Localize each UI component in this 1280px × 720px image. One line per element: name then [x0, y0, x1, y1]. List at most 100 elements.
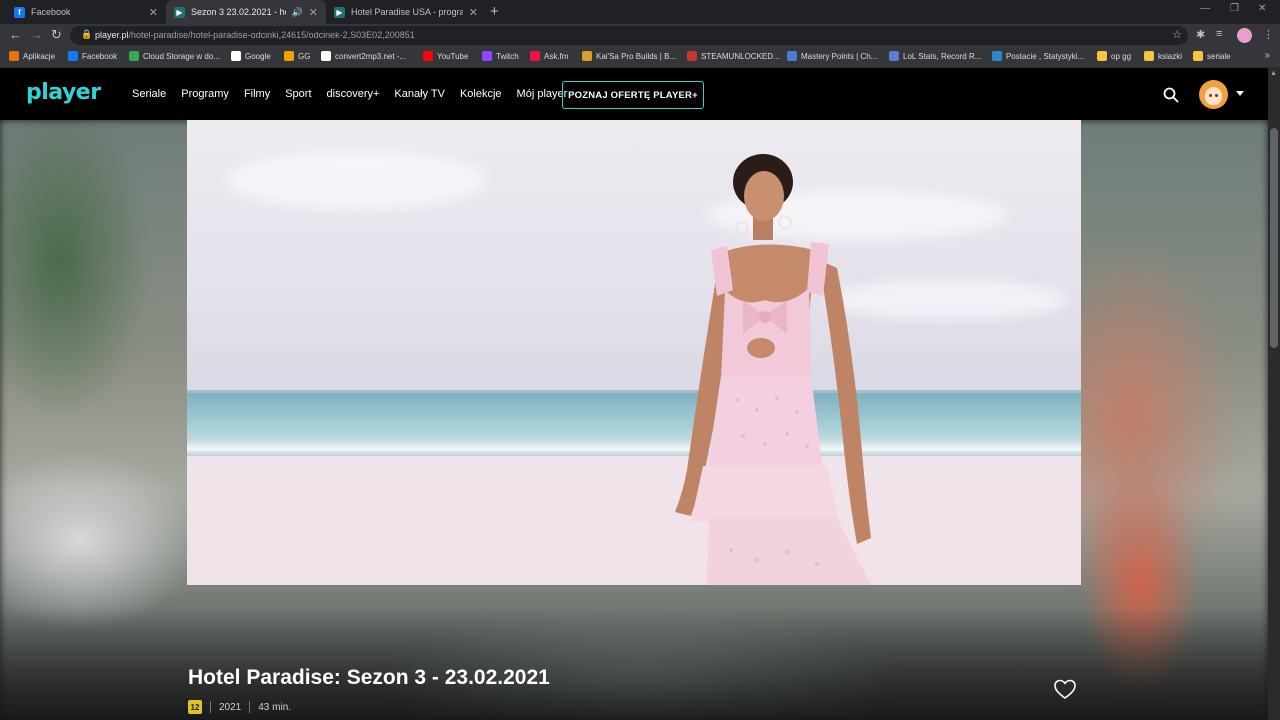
avatar-eye — [1209, 94, 1212, 97]
bookmark-label: Kai'Sa Pro Builds | B... — [596, 51, 677, 61]
bookmark-favicon-icon — [1144, 51, 1154, 61]
browser-tab-strip: f Facebook ✕ ▶ Sezon 3 23.02.2021 - hote… — [0, 0, 1280, 24]
menu-item-seriale[interactable]: Seriale — [132, 88, 166, 100]
bookmark-item[interactable]: Kai'Sa Pro Builds | B... — [582, 51, 676, 61]
bookmark-item[interactable]: Facebook — [68, 51, 117, 61]
back-arrow-icon[interactable]: ← — [9, 27, 22, 42]
scrollbar-thumb[interactable] — [1270, 128, 1278, 348]
bookmark-item[interactable]: GG — [284, 51, 310, 61]
bookmark-item[interactable]: Google — [231, 51, 271, 61]
menu-item-moj-player[interactable]: Mój player — [517, 88, 568, 100]
bookmark-favicon-icon — [321, 51, 331, 61]
tab-facebook[interactable]: f Facebook ✕ — [6, 0, 166, 24]
favorite-heart-icon[interactable] — [1053, 678, 1077, 700]
address-bar[interactable]: 🔒 player.pl/hotel-paradise/hotel-paradis… — [70, 26, 1188, 45]
media-control-icon[interactable]: ≡ — [1216, 28, 1222, 40]
page-scrollbar[interactable]: ▲ — [1268, 68, 1280, 720]
bookmark-item[interactable]: STEAMUNLOCKED... — [687, 51, 780, 61]
forward-arrow-icon[interactable]: → — [30, 27, 43, 42]
new-tab-button[interactable]: + — [490, 3, 499, 20]
extensions-puzzle-icon[interactable]: ✱ — [1196, 28, 1205, 41]
bookmark-favicon-icon — [284, 51, 294, 61]
player-favicon-icon: ▶ — [174, 6, 185, 18]
tab-title: Hotel Paradise USA - program o — [351, 7, 463, 17]
bookmark-favicon-icon — [68, 51, 78, 61]
episode-duration: 43 min. — [258, 701, 292, 713]
close-tab-icon[interactable]: ✕ — [309, 6, 318, 19]
bookmark-favicon-icon — [423, 51, 433, 61]
menu-item-kanaly-tv[interactable]: Kanały TV — [394, 88, 445, 100]
bookmark-item[interactable]: Twitch — [482, 51, 519, 61]
close-tab-icon[interactable]: ✕ — [469, 6, 478, 19]
cloud — [227, 150, 487, 210]
age-rating-badge: 12 — [188, 700, 202, 714]
reload-icon[interactable]: ↻ — [51, 27, 62, 43]
offer-player-plus-button[interactable]: POZNAJ OFERTĘ PLAYER+ — [562, 81, 704, 109]
bookmark-label: Cloud Storage w do... — [143, 51, 220, 61]
speaker-icon[interactable]: 🔊 — [292, 7, 303, 18]
divider — [210, 701, 211, 713]
bookmark-item[interactable]: Postacie , Statystyki... — [992, 51, 1084, 61]
bookmark-item[interactable]: Ask.fm — [530, 51, 568, 61]
tab-hotel-paradise-usa[interactable]: ▶ Hotel Paradise USA - program o ✕ — [326, 0, 486, 24]
tab-title: Sezon 3 23.02.2021 - hotel pa — [191, 7, 286, 17]
scroll-up-icon[interactable]: ▲ — [1270, 70, 1277, 77]
divider — [249, 701, 251, 713]
avatar-face — [1205, 87, 1222, 105]
bookmarks-bar: » Aplikacje Facebook Cloud Storage w do...… — [0, 47, 1280, 68]
menu-item-sport[interactable]: Sport — [285, 88, 311, 100]
player-logo[interactable]: player — [26, 80, 101, 105]
search-icon[interactable] — [1162, 86, 1180, 104]
bookmark-item[interactable]: op gg — [1097, 51, 1131, 61]
bookmark-favicon-icon — [9, 51, 19, 61]
browser-profile-avatar[interactable] — [1237, 28, 1252, 43]
episode-year: 2021 — [219, 701, 242, 713]
sand — [187, 456, 1081, 585]
menu-item-discovery[interactable]: discovery+ — [327, 88, 380, 100]
site-header: player Seriale Programy Filmy Sport disc… — [0, 68, 1268, 120]
bookmark-item[interactable]: Cloud Storage w do... — [129, 51, 220, 61]
bookmark-item[interactable]: YouTube — [423, 51, 468, 61]
episode-title: Hotel Paradise: Sezon 3 - 23.02.2021 — [188, 666, 550, 689]
bookmark-favicon-icon — [482, 51, 492, 61]
bookmark-label: Facebook — [82, 51, 118, 61]
bookmark-label: ksiazki — [1158, 51, 1183, 61]
bookmark-label: LoL Stats, Record R... — [903, 51, 982, 61]
bookmark-item[interactable]: Mastery Points | Ch... — [787, 51, 877, 61]
bookmark-item[interactable]: seriale — [1193, 51, 1231, 61]
tab-hotel-paradise-episode[interactable]: ▶ Sezon 3 23.02.2021 - hotel pa 🔊 ✕ — [166, 0, 326, 24]
bookmark-label: seriale — [1207, 51, 1231, 61]
bookmarks-overflow-icon[interactable]: » — [1264, 50, 1270, 61]
player-favicon-icon: ▶ — [334, 6, 345, 18]
bookmark-label: GG — [298, 51, 311, 61]
menu-item-programy[interactable]: Programy — [181, 88, 229, 100]
bookmark-item[interactable]: ksiazki — [1144, 51, 1182, 61]
bookmark-favicon-icon — [687, 51, 697, 61]
bookmark-favicon-icon — [530, 51, 540, 61]
bookmark-item[interactable]: LoL Stats, Record R... — [889, 51, 981, 61]
account-dropdown-chevron-icon[interactable] — [1236, 91, 1244, 96]
bookmark-favicon-icon — [787, 51, 797, 61]
bookmark-label: STEAMUNLOCKED... — [701, 51, 780, 61]
bookmark-favicon-icon — [582, 51, 592, 61]
bookmark-favicon-icon — [1193, 51, 1203, 61]
player-site: player Seriale Programy Filmy Sport disc… — [0, 68, 1268, 720]
bookmark-favicon-icon — [1097, 51, 1107, 61]
facebook-favicon-icon: f — [14, 6, 25, 18]
bookmark-favicon-icon — [129, 51, 139, 61]
bookmark-item[interactable]: Aplikacje — [9, 51, 55, 61]
user-avatar[interactable] — [1199, 80, 1228, 109]
close-window-icon[interactable]: ✕ — [1258, 3, 1266, 14]
close-tab-icon[interactable]: ✕ — [149, 6, 158, 19]
browser-menu-icon[interactable]: ⋮ — [1263, 28, 1274, 41]
menu-item-filmy[interactable]: Filmy — [244, 88, 270, 100]
minimize-window-icon[interactable]: — — [1200, 3, 1210, 14]
bookmark-item[interactable]: convert2mp3.net -... — [321, 51, 406, 61]
bookmark-favicon-icon — [992, 51, 1002, 61]
bookmark-favicon-icon — [231, 51, 241, 61]
video-player[interactable] — [187, 120, 1081, 585]
restore-window-icon[interactable]: ❐ — [1230, 3, 1239, 14]
menu-item-kolekcje[interactable]: Kolekcje — [460, 88, 502, 100]
bookmark-star-icon[interactable]: ☆ — [1172, 28, 1182, 41]
bookmark-favicon-icon — [889, 51, 899, 61]
